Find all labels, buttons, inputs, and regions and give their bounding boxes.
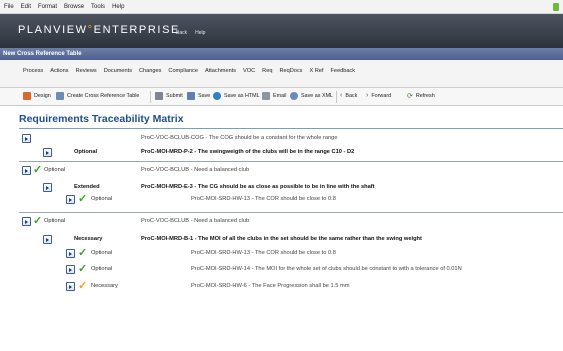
expand-icon[interactable]: [43, 235, 52, 244]
matrix-row: Optional ProC-MOI-MRD-P-2 - The swingwei…: [19, 146, 563, 159]
expand-icon[interactable]: [43, 148, 52, 157]
tab-compliance[interactable]: Compliance: [168, 68, 198, 74]
matrix-row: ✓ Optional ProC-MOI-SRD-HW-13 - The COR …: [19, 247, 563, 260]
header-back-link[interactable]: Back: [176, 30, 187, 36]
menu-tools[interactable]: Tools: [91, 4, 105, 10]
expand-icon[interactable]: [22, 217, 31, 226]
expand-icon[interactable]: [22, 166, 31, 175]
check-icon: ✓: [33, 164, 43, 176]
expand-icon[interactable]: [66, 249, 75, 258]
menu-file[interactable]: File: [4, 4, 14, 10]
expand-icon[interactable]: [66, 282, 75, 291]
save-icon: [187, 92, 195, 100]
page-title: Requirements Traceability Matrix: [19, 113, 184, 125]
toolbar: Design Create Cross Reference Table Subm…: [0, 88, 563, 106]
tab-reviews[interactable]: Reviews: [76, 68, 97, 74]
group-divider: [19, 212, 563, 213]
toolbar-divider: [150, 91, 151, 103]
title-underline: [19, 128, 563, 129]
expand-icon[interactable]: [22, 134, 31, 143]
tab-attachments[interactable]: Attachments: [205, 68, 236, 74]
expand-icon[interactable]: [66, 265, 75, 274]
design-button[interactable]: Design: [23, 92, 51, 100]
refresh-button[interactable]: ⟳ Refresh: [407, 92, 435, 100]
forward-arrow-icon: ›: [366, 92, 369, 99]
tab-voc[interactable]: VOC: [243, 68, 255, 74]
expand-icon[interactable]: [43, 183, 52, 192]
menu-bar: File Edit Format Browse Tools Help: [0, 0, 563, 14]
email-button[interactable]: Email: [262, 92, 286, 100]
tab-xref[interactable]: X Ref: [309, 68, 323, 74]
matrix-row: Necessary ProC-MOI-MRD-B-1 - The MOI of …: [19, 233, 563, 246]
matrix-row: ✓ Optional ProC-MOI-SRD-HW-14 - The MOI …: [19, 263, 563, 276]
tab-actions[interactable]: Actions: [50, 68, 68, 74]
check-icon: ✓: [78, 193, 88, 205]
matrix-row: ✓ Necessary ProC-MOI-SRD-HW-6 - The Face…: [19, 280, 563, 293]
menu-edit[interactable]: Edit: [21, 4, 31, 10]
save-button[interactable]: Save: [187, 92, 210, 100]
matrix-row: ✓ Optional ProC-MOI-SRD-HW-13 - The COR …: [19, 193, 563, 206]
menu-format[interactable]: Format: [38, 4, 57, 10]
xml-icon: [290, 92, 298, 100]
check-icon: ✓: [78, 247, 88, 259]
tab-reqdocs[interactable]: ReqDocs: [279, 68, 302, 74]
email-icon: [262, 92, 270, 100]
tab-bar: Process Actions Reviews Documents Change…: [0, 60, 563, 88]
globe-icon: [213, 92, 221, 100]
tab-process[interactable]: Process: [23, 68, 43, 74]
submit-icon: [155, 92, 163, 100]
app-header: PLANVIEW°ENTERPRISE Back Help: [0, 14, 563, 48]
tab-req[interactable]: Req: [262, 68, 272, 74]
back-button[interactable]: ‹ Back: [340, 92, 357, 99]
forward-button[interactable]: › Forward: [366, 92, 391, 99]
table-icon: [56, 92, 64, 100]
tab-documents[interactable]: Documents: [104, 68, 132, 74]
status-icon: [553, 3, 559, 11]
check-icon: ✓: [33, 215, 43, 227]
save-html-button[interactable]: Save as HTML: [213, 92, 260, 100]
menu-help[interactable]: Help: [112, 4, 124, 10]
window-title: New Cross Reference Table: [0, 48, 563, 60]
save-xml-button[interactable]: Save as XML: [290, 92, 333, 100]
header-help-link[interactable]: Help: [195, 30, 205, 36]
expand-icon[interactable]: [66, 195, 75, 204]
toolbar-divider: [336, 91, 337, 103]
refresh-icon: ⟳: [407, 93, 413, 100]
group-divider: [19, 161, 563, 162]
create-xref-button[interactable]: Create Cross Reference Table: [56, 92, 139, 100]
check-icon: ✓: [78, 280, 88, 292]
matrix-row: ✓ Optional ProC-VOC-BCLUB - Need a balan…: [19, 164, 563, 177]
tab-changes[interactable]: Changes: [139, 68, 161, 74]
design-icon: [23, 92, 31, 100]
matrix-row: ProC-VOC-BCLUB-COG - The COG should be a…: [19, 132, 563, 145]
back-arrow-icon: ‹: [340, 92, 343, 99]
check-icon: ✓: [78, 263, 88, 275]
matrix-row: ✓ Optional ProC-VOC-BCLUB - Need a balan…: [19, 215, 563, 228]
menu-browse[interactable]: Browse: [64, 4, 84, 10]
submit-button[interactable]: Submit: [155, 92, 183, 100]
tab-feedback[interactable]: Feedback: [330, 68, 355, 74]
brand-logo: PLANVIEW°ENTERPRISE: [18, 24, 180, 36]
